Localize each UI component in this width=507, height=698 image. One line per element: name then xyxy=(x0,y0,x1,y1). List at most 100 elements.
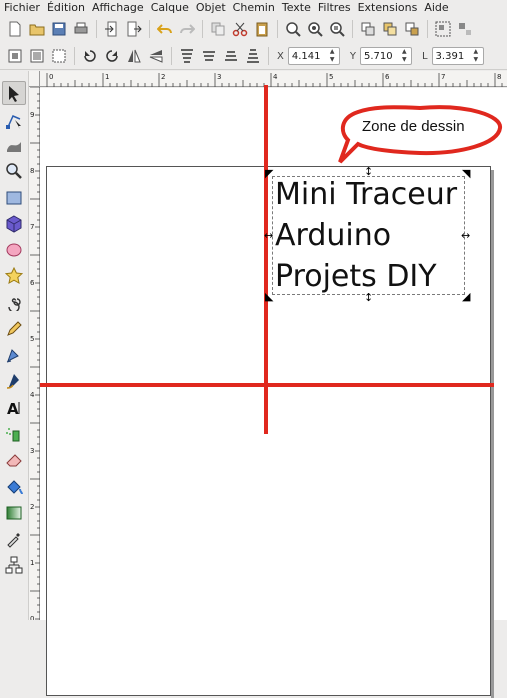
drawing-canvas[interactable] xyxy=(40,88,507,698)
ruler-label: 6 xyxy=(385,73,390,81)
l-value: 3.391 xyxy=(435,50,465,62)
select-all-layers-icon[interactable] xyxy=(26,45,48,67)
ruler-label: 4 xyxy=(30,391,35,399)
y-input[interactable]: 5.710 ▲ ▼ xyxy=(359,47,412,65)
redo-button[interactable] xyxy=(176,18,198,40)
resize-handle-top[interactable]: ↕ xyxy=(364,166,373,177)
pen-tool-icon[interactable] xyxy=(2,343,26,367)
lower-icon[interactable] xyxy=(220,45,242,67)
gradient-tool-icon[interactable] xyxy=(2,501,26,525)
menu-fichier[interactable]: Fichier xyxy=(4,0,40,15)
deselect-icon[interactable] xyxy=(48,45,70,67)
import-button[interactable] xyxy=(101,18,123,40)
separator xyxy=(171,47,172,65)
lower-to-bottom-icon[interactable] xyxy=(242,45,264,67)
y-coordinate: Y 5.710 ▲ ▼ xyxy=(350,47,412,65)
new-document-button[interactable] xyxy=(4,18,26,40)
pencil-tool-icon[interactable] xyxy=(2,317,26,341)
tweak-tool-icon[interactable] xyxy=(2,133,26,157)
select-all-icon[interactable] xyxy=(4,45,26,67)
resize-handle-top-left[interactable]: ◤ xyxy=(265,168,273,179)
duplicate-button[interactable] xyxy=(357,18,379,40)
menu-filtres[interactable]: Filtres xyxy=(318,0,351,15)
eraser-tool-icon[interactable] xyxy=(2,448,26,472)
menu-chemin[interactable]: Chemin xyxy=(233,0,275,15)
3d-box-tool-icon[interactable] xyxy=(2,212,26,236)
paste-button[interactable] xyxy=(251,18,273,40)
resize-handle-top-right[interactable]: ◥ xyxy=(462,168,470,179)
raise-to-top-icon[interactable] xyxy=(176,45,198,67)
copy-button[interactable] xyxy=(207,18,229,40)
dropper-tool-icon[interactable] xyxy=(2,527,26,551)
ruler-label: 0 xyxy=(49,73,53,81)
ruler-label: 3 xyxy=(30,447,34,455)
spray-tool-icon[interactable] xyxy=(2,422,26,446)
ruler-label: 7 xyxy=(30,223,34,231)
page-shadow xyxy=(491,170,494,698)
zoom-tool-icon[interactable] xyxy=(2,159,26,183)
flip-vertical-icon[interactable] xyxy=(145,45,167,67)
unlink-clone-button[interactable] xyxy=(401,18,423,40)
resize-handle-bottom-right[interactable]: ◢ xyxy=(462,291,470,302)
separator xyxy=(202,20,203,38)
menu-extensions[interactable]: Extensions xyxy=(358,0,418,15)
x-input[interactable]: 4.141 ▲ ▼ xyxy=(287,47,340,65)
cut-button[interactable] xyxy=(229,18,251,40)
connector-tool-icon[interactable] xyxy=(2,553,26,577)
rotate-cw-icon[interactable] xyxy=(101,45,123,67)
menu-bar: Fichier Édition Affichage Calque Objet C… xyxy=(0,0,507,15)
separator xyxy=(427,20,428,38)
resize-handle-bottom[interactable]: ↕ xyxy=(364,292,373,303)
menu-calque[interactable]: Calque xyxy=(151,0,189,15)
tool-controls-bar: X 4.141 ▲ ▼ Y 5.710 ▲ ▼ L 3.391 ▲ ▼ xyxy=(0,43,507,70)
horizontal-ruler[interactable]: 0 1 2 3 4 5 6 7 8 xyxy=(40,71,507,87)
x-spin-arrows[interactable]: ▲ ▼ xyxy=(330,49,338,63)
selector-tool-icon[interactable] xyxy=(2,81,26,105)
resize-handle-right[interactable]: ↔ xyxy=(461,230,470,241)
width-input[interactable]: 3.391 ▲ ▼ xyxy=(431,47,484,65)
ruler-label: 8 xyxy=(497,73,501,81)
undo-button[interactable] xyxy=(154,18,176,40)
y-label: Y xyxy=(349,50,356,62)
ruler-label: 7 xyxy=(441,73,445,81)
resize-handle-bottom-left[interactable]: ◣ xyxy=(265,291,273,302)
ruler-label: 5 xyxy=(329,73,333,81)
star-tool-icon[interactable] xyxy=(2,264,26,288)
raise-icon[interactable] xyxy=(198,45,220,67)
zoom-drawing-button[interactable] xyxy=(304,18,326,40)
menu-edition[interactable]: Édition xyxy=(47,0,85,15)
paint-bucket-tool-icon[interactable] xyxy=(2,475,26,499)
calligraphy-tool-icon[interactable] xyxy=(2,369,26,393)
ellipse-tool-icon[interactable] xyxy=(2,238,26,262)
rotate-ccw-icon[interactable] xyxy=(79,45,101,67)
save-button[interactable] xyxy=(48,18,70,40)
group-button[interactable] xyxy=(432,18,454,40)
zoom-selection-button[interactable] xyxy=(282,18,304,40)
menu-aide[interactable]: Aide xyxy=(424,0,448,15)
ruler-label: 6 xyxy=(30,279,35,287)
spiral-tool-icon[interactable] xyxy=(2,290,26,314)
flip-horizontal-icon[interactable] xyxy=(123,45,145,67)
print-button[interactable] xyxy=(70,18,92,40)
rectangle-tool-icon[interactable] xyxy=(2,186,26,210)
menu-objet[interactable]: Objet xyxy=(196,0,226,15)
open-button[interactable] xyxy=(26,18,48,40)
separator xyxy=(352,20,353,38)
node-tool-icon[interactable] xyxy=(2,109,26,133)
ruler-label: 8 xyxy=(30,167,34,175)
export-button[interactable] xyxy=(123,18,145,40)
resize-handle-left[interactable]: ↔ xyxy=(264,230,273,241)
clone-button[interactable] xyxy=(379,18,401,40)
vertical-ruler[interactable]: 9 8 7 6 5 4 3 2 1 0 xyxy=(29,86,40,623)
document-text[interactable]: Mini Traceur Arduino Projets DIY xyxy=(275,174,457,297)
callout-text: Zone de dessin xyxy=(362,118,465,135)
menu-texte[interactable]: Texte xyxy=(282,0,311,15)
ungroup-button[interactable] xyxy=(454,18,476,40)
menu-affichage[interactable]: Affichage xyxy=(92,0,144,15)
zoom-page-button[interactable] xyxy=(326,18,348,40)
y-spin-arrows[interactable]: ▲ ▼ xyxy=(402,49,410,63)
text-tool-icon[interactable]: A xyxy=(2,396,26,420)
separator xyxy=(74,47,75,65)
text-line-1: Mini Traceur xyxy=(275,177,458,212)
width-spin-arrows[interactable]: ▲ ▼ xyxy=(474,49,482,63)
